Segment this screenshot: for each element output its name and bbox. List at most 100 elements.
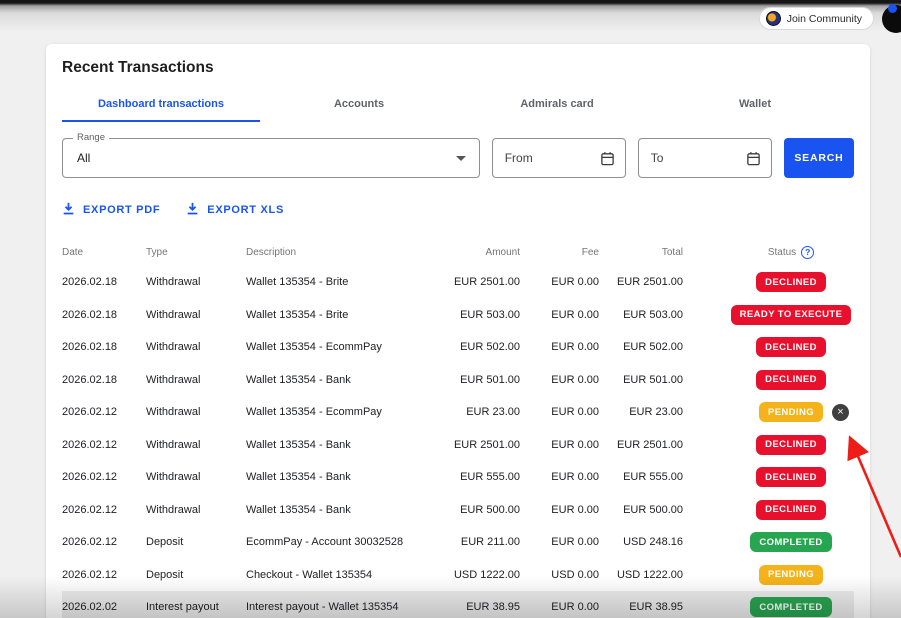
cell-total: EUR 555.00 (623, 471, 683, 484)
cell-total: EUR 501.00 (623, 373, 683, 386)
cell-type: Withdrawal (146, 373, 201, 386)
tab-wallet[interactable]: Wallet (656, 88, 854, 122)
search-button[interactable]: SEARCH (783, 138, 854, 178)
cell-total: EUR 38.95 (629, 601, 683, 614)
export-pdf-label: EXPORT PDF (83, 204, 161, 216)
column-header-amount: Amount (485, 246, 520, 258)
cell-date: 2026.02.02 (62, 601, 118, 614)
cell-amount: EUR 555.00 (460, 471, 520, 484)
cell-amount: EUR 501.00 (460, 373, 520, 386)
status-badge: COMPLETED (750, 597, 832, 618)
cell-date: 2026.02.12 (62, 536, 118, 549)
status-badge: COMPLETED (750, 532, 832, 553)
cell-description: Wallet 135354 - Bank (246, 373, 351, 386)
export-pdf-button[interactable]: EXPORT PDF (62, 202, 160, 218)
calendar-icon[interactable] (746, 151, 761, 166)
cell-amount: EUR 2501.00 (453, 276, 520, 289)
table-row[interactable]: 2026.02.02 Interest payout Interest payo… (62, 591, 854, 618)
table-row[interactable]: 2026.02.18 Withdrawal Wallet 135354 - Br… (62, 299, 854, 332)
cell-date: 2026.02.12 (62, 503, 118, 516)
cell-date: 2026.02.18 (62, 341, 118, 354)
date-from-input[interactable] (504, 151, 590, 165)
column-header-status: Status (767, 246, 797, 258)
column-header-total: Total (661, 246, 683, 258)
cell-date: 2026.02.12 (62, 471, 118, 484)
cell-description: Checkout - Wallet 135354 (246, 568, 373, 581)
table-row[interactable]: 2026.02.12 Withdrawal Wallet 135354 - Ba… (62, 494, 854, 527)
cell-description: Wallet 135354 - Brite (246, 276, 349, 289)
user-avatar[interactable] (882, 4, 901, 33)
cell-fee: EUR 0.00 (551, 438, 599, 451)
cell-total: USD 1222.00 (616, 568, 683, 581)
tab-dashboard-transactions[interactable]: Dashboard transactions (62, 88, 260, 122)
cell-date: 2026.02.12 (62, 438, 118, 451)
help-icon[interactable]: ? (801, 245, 815, 259)
table-row[interactable]: 2026.02.18 Withdrawal Wallet 135354 - Ba… (62, 364, 854, 397)
status-badge: READY TO EXECUTE (730, 304, 852, 325)
cell-fee: EUR 0.00 (551, 341, 599, 354)
cell-description: Wallet 135354 - Bank (246, 503, 351, 516)
cell-total: EUR 503.00 (623, 308, 683, 321)
column-header-description: Description (246, 246, 297, 258)
cell-type: Withdrawal (146, 471, 201, 484)
status-badge: DECLINED (756, 272, 826, 293)
cell-type: Withdrawal (146, 276, 201, 289)
cell-description: Wallet 135354 - Bank (246, 471, 351, 484)
cell-fee: EUR 0.00 (551, 373, 599, 386)
tab-label: Admirals card (520, 98, 594, 110)
cell-type: Deposit (146, 536, 184, 549)
cell-fee: EUR 0.00 (551, 308, 599, 321)
table-row[interactable]: 2026.02.12 Withdrawal Wallet 135354 - Ec… (62, 396, 854, 429)
join-community-button[interactable]: Join Community (758, 7, 874, 30)
export-row: EXPORT PDF EXPORT XLS (62, 202, 854, 218)
cell-fee: EUR 0.00 (551, 276, 599, 289)
cell-fee: EUR 0.00 (551, 471, 599, 484)
cell-amount: EUR 500.00 (460, 503, 520, 516)
export-xls-button[interactable]: EXPORT XLS (186, 202, 284, 218)
cell-total: EUR 2501.00 (616, 276, 683, 289)
cell-description: EcommPay - Account 30032528 (246, 536, 404, 549)
range-select[interactable]: Range All (62, 132, 480, 178)
calendar-icon[interactable] (600, 151, 615, 166)
date-to-field[interactable] (637, 138, 772, 178)
table-row[interactable]: 2026.02.18 Withdrawal Wallet 135354 - Ec… (62, 331, 854, 364)
range-select-label: Range (73, 132, 109, 143)
tab-accounts[interactable]: Accounts (260, 88, 458, 122)
date-to-input[interactable] (650, 151, 736, 165)
cell-description: Wallet 135354 - EcommPay (246, 406, 382, 419)
status-badge: DECLINED (756, 434, 826, 455)
column-header-fee: Fee (581, 246, 599, 258)
table-row[interactable]: 2026.02.12 Withdrawal Wallet 135354 - Ba… (62, 429, 854, 462)
tab-label: Accounts (333, 98, 385, 110)
status-badge: PENDING (758, 564, 824, 585)
table-header: Date Type Description Amount Fee Total S… (62, 244, 854, 260)
tab-admirals-card[interactable]: Admirals card (458, 88, 656, 122)
cell-amount: EUR 23.00 (466, 406, 520, 419)
cell-date: 2026.02.18 (62, 373, 118, 386)
table-row[interactable]: 2026.02.18 Withdrawal Wallet 135354 - Br… (62, 266, 854, 299)
status-badge: PENDING (758, 402, 824, 423)
table-row[interactable]: 2026.02.12 Deposit Checkout - Wallet 135… (62, 559, 854, 592)
cell-amount: EUR 502.00 (460, 341, 520, 354)
cell-type: Withdrawal (146, 438, 201, 451)
cancel-transaction-button[interactable]: × (832, 403, 849, 421)
date-from-field[interactable] (491, 138, 626, 178)
column-header-date: Date (62, 246, 84, 258)
cell-description: Wallet 135354 - EcommPay (246, 341, 382, 354)
cell-amount: EUR 503.00 (460, 308, 520, 321)
status-badge: DECLINED (756, 337, 826, 358)
filter-row: Range All SEARCH (62, 132, 854, 178)
cell-total: EUR 2501.00 (616, 438, 683, 451)
cell-type: Withdrawal (146, 308, 201, 321)
cell-description: Wallet 135354 - Brite (246, 308, 349, 321)
tab-label: Dashboard transactions (98, 98, 224, 110)
join-community-label: Join Community (786, 12, 862, 25)
tab-bar: Dashboard transactions Accounts Admirals… (62, 88, 854, 122)
cell-total: USD 248.16 (623, 536, 683, 549)
cell-type: Withdrawal (146, 503, 201, 516)
status-badge: DECLINED (756, 467, 826, 488)
table-row[interactable]: 2026.02.12 Deposit EcommPay - Account 30… (62, 526, 854, 559)
export-xls-label: EXPORT XLS (207, 204, 284, 216)
table-row[interactable]: 2026.02.12 Withdrawal Wallet 135354 - Ba… (62, 461, 854, 494)
cell-total: EUR 502.00 (623, 341, 683, 354)
